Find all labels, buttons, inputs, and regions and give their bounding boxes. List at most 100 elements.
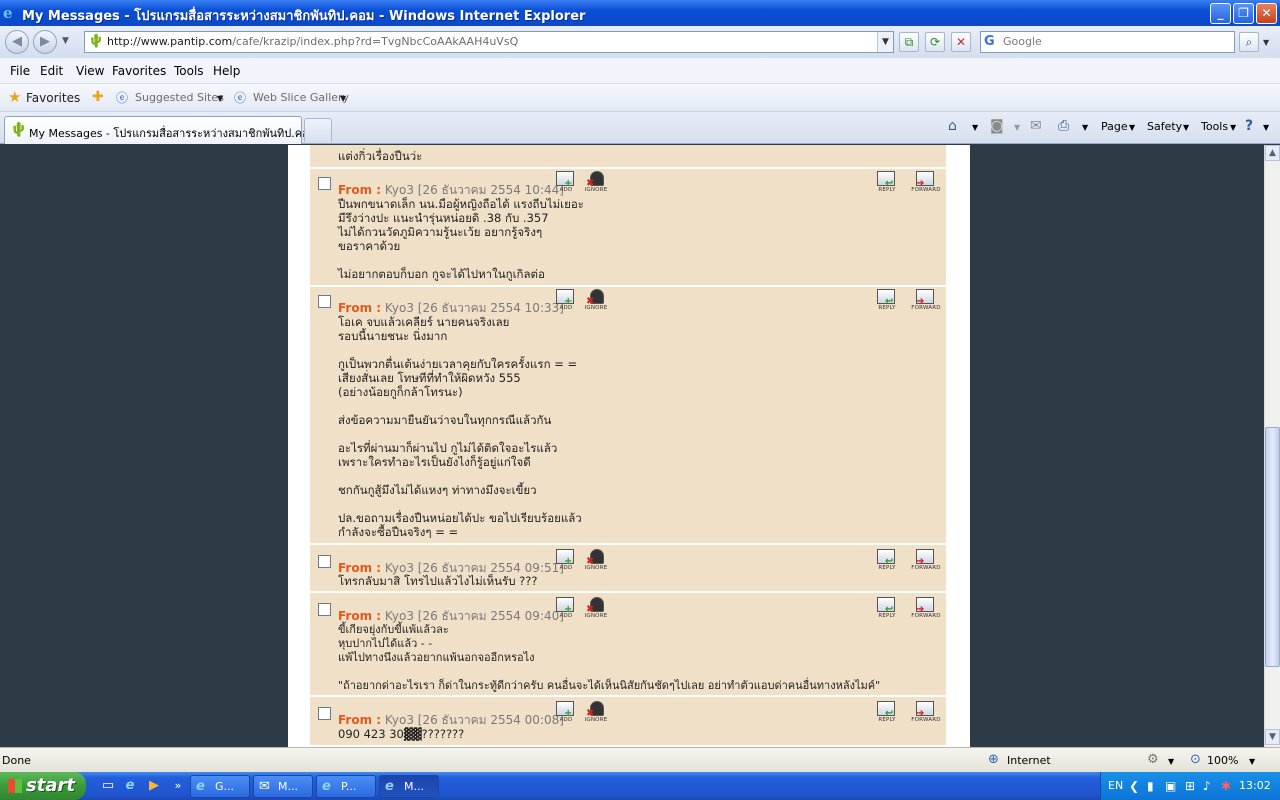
web-slice-gallery-link[interactable]: Web Slice Gallery	[253, 91, 349, 104]
home-dropdown-icon[interactable]: ▼	[972, 123, 978, 132]
refresh-icon[interactable]: ⟳	[925, 32, 945, 52]
security-zone[interactable]: Internet	[1007, 754, 1051, 767]
maximize-button[interactable]: ❐	[1233, 3, 1254, 24]
reply-icon[interactable]: ↩ REPLY	[875, 549, 899, 573]
tray-collapse-icon[interactable]: ❮	[1129, 778, 1139, 794]
page-menu[interactable]: Page	[1101, 120, 1128, 133]
search-options-dropdown-icon[interactable]: ▼	[1263, 38, 1269, 47]
print-dropdown-icon[interactable]: ▼	[1082, 123, 1088, 132]
message-select-checkbox[interactable]	[318, 295, 331, 308]
show-desktop-icon[interactable]: ▭	[100, 778, 116, 794]
menu-file[interactable]: File	[10, 64, 30, 78]
ie-quicklaunch-icon[interactable]: e	[122, 778, 138, 794]
address-bar[interactable]: 🌵 http://www.pantip.com/cafe/krazip/inde…	[84, 31, 894, 53]
vertical-scrollbar[interactable]: ▲ ▼	[1264, 145, 1280, 747]
network-signal-icon[interactable]: ▮	[1147, 778, 1154, 794]
search-icon[interactable]: ⌕	[1239, 32, 1259, 52]
zoom-dropdown-icon[interactable]: ▼	[1249, 757, 1255, 766]
new-tab-button[interactable]	[304, 118, 332, 142]
ignore-user-icon[interactable]: ✖ IGNORE	[584, 289, 608, 313]
media-player-icon[interactable]: ▶	[146, 778, 162, 794]
safety-menu[interactable]: Safety	[1147, 120, 1182, 133]
zoom-icon: ⊙	[1190, 752, 1201, 767]
stop-icon[interactable]: ✕	[951, 32, 971, 52]
feeds-icon[interactable]: ◙	[990, 118, 1004, 134]
web-slice-gallery-dropdown-icon[interactable]: ▼	[340, 94, 346, 103]
taskbar-window-google[interactable]: e G...	[190, 775, 250, 798]
tools-menu[interactable]: Tools	[1201, 120, 1228, 133]
add-friend-icon[interactable]: + ADD	[554, 701, 578, 725]
start-button[interactable]: start	[0, 772, 86, 800]
address-url[interactable]: http://www.pantip.com/cafe/krazip/index.…	[107, 35, 518, 48]
minimize-button[interactable]: _	[1210, 3, 1231, 24]
compatibility-view-icon[interactable]: ⧉	[899, 32, 919, 52]
menu-tools[interactable]: Tools	[174, 64, 204, 78]
message-item: From : Kyo3 [26 ธันวาคม 2554 00:08] + ADD…	[310, 697, 946, 747]
forward-icon[interactable]: ➔ FORWARD	[911, 171, 941, 195]
add-friend-icon[interactable]: + ADD	[554, 171, 578, 195]
home-icon[interactable]: ⌂	[948, 118, 957, 134]
forward-icon[interactable]: ➔ FORWARD	[911, 597, 941, 621]
volume-icon[interactable]: ♪	[1203, 778, 1211, 794]
message-body: 090 423 30▓▓???????	[338, 727, 465, 741]
taskbar-window-pantip[interactable]: e P...	[316, 775, 376, 798]
back-button[interactable]: ◀	[5, 30, 29, 54]
add-to-favorites-bar-icon[interactable]: ✚	[92, 89, 104, 105]
forward-icon[interactable]: ➔ FORWARD	[911, 549, 941, 573]
menu-edit[interactable]: Edit	[40, 64, 63, 78]
message-select-checkbox[interactable]	[318, 603, 331, 616]
protected-mode-icon[interactable]: ⚙	[1147, 752, 1159, 767]
tools-menu-dropdown-icon[interactable]: ▼	[1230, 123, 1236, 132]
windows-taskbar: start ▭ e ▶ » e G... ✉ M... e P... e M..…	[0, 772, 1280, 800]
protected-mode-dropdown-icon[interactable]: ▼	[1168, 757, 1174, 766]
ignore-user-icon[interactable]: ✖ IGNORE	[584, 171, 608, 195]
favorites-button[interactable]: Favorites	[26, 91, 80, 105]
close-button[interactable]: ✕	[1256, 3, 1277, 24]
scroll-down-arrow-icon[interactable]: ▼	[1265, 729, 1280, 745]
add-friend-icon[interactable]: + ADD	[554, 549, 578, 573]
search-box[interactable]: G Google	[980, 31, 1235, 53]
ignore-user-icon[interactable]: ✖ IGNORE	[584, 549, 608, 573]
suggested-sites-dropdown-icon[interactable]: ▼	[217, 94, 223, 103]
network-connection-icon[interactable]: ⊞	[1185, 778, 1195, 794]
message-select-checkbox[interactable]	[318, 707, 331, 720]
message-select-checkbox[interactable]	[318, 555, 331, 568]
forward-icon[interactable]: ➔ FORWARD	[911, 289, 941, 313]
feeds-dropdown-icon[interactable]: ▼	[1014, 123, 1020, 132]
recent-pages-dropdown-icon[interactable]: ▼	[62, 36, 69, 46]
system-clock[interactable]: 13:02	[1239, 779, 1271, 792]
more-quicklaunch-icon[interactable]: »	[170, 778, 186, 794]
menu-favorites[interactable]: Favorites	[112, 64, 166, 78]
scrollbar-thumb[interactable]	[1265, 427, 1280, 667]
safely-remove-icon[interactable]: ▣	[1165, 778, 1176, 794]
suggested-sites-link[interactable]: Suggested Sites	[135, 91, 224, 104]
menu-view[interactable]: View	[76, 64, 104, 78]
zoom-level[interactable]: 100%	[1207, 754, 1238, 767]
safety-menu-dropdown-icon[interactable]: ▼	[1183, 123, 1189, 132]
help-icon[interactable]: ?	[1245, 118, 1253, 134]
taskbar-window-mail[interactable]: ✉ M...	[253, 775, 313, 798]
window-title-bar[interactable]: e My Messages - โปรแกรมสื่อสารระหว่างสมา…	[0, 0, 1280, 26]
language-indicator[interactable]: EN	[1108, 779, 1123, 792]
forward-icon[interactable]: ➔ FORWARD	[911, 701, 941, 725]
scroll-up-arrow-icon[interactable]: ▲	[1265, 145, 1280, 161]
help-dropdown-icon[interactable]: ▼	[1263, 123, 1269, 132]
taskbar-window-my-messages[interactable]: e M...	[379, 775, 439, 798]
print-icon[interactable]: ⎙	[1058, 118, 1069, 134]
forward-button[interactable]: ▶	[33, 30, 57, 54]
reply-icon[interactable]: ↩ REPLY	[875, 289, 899, 313]
reply-icon[interactable]: ↩ REPLY	[875, 701, 899, 725]
add-friend-icon[interactable]: + ADD	[554, 289, 578, 313]
reply-icon[interactable]: ↩ REPLY	[875, 171, 899, 195]
message-select-checkbox[interactable]	[318, 177, 331, 190]
reply-icon[interactable]: ↩ REPLY	[875, 597, 899, 621]
bluetooth-icon[interactable]: ✱	[1221, 778, 1231, 794]
address-dropdown-icon[interactable]: ▼	[877, 32, 893, 52]
tab-my-messages[interactable]: 🌵 My Messages - โปรแกรมสื่อสารระหว่างสมา…	[4, 116, 316, 144]
page-menu-dropdown-icon[interactable]: ▼	[1129, 123, 1135, 132]
add-friend-icon[interactable]: + ADD	[554, 597, 578, 621]
ignore-user-icon[interactable]: ✖ IGNORE	[584, 701, 608, 725]
menu-help[interactable]: Help	[213, 64, 240, 78]
ignore-user-icon[interactable]: ✖ IGNORE	[584, 597, 608, 621]
read-mail-icon[interactable]: ✉	[1030, 118, 1042, 134]
